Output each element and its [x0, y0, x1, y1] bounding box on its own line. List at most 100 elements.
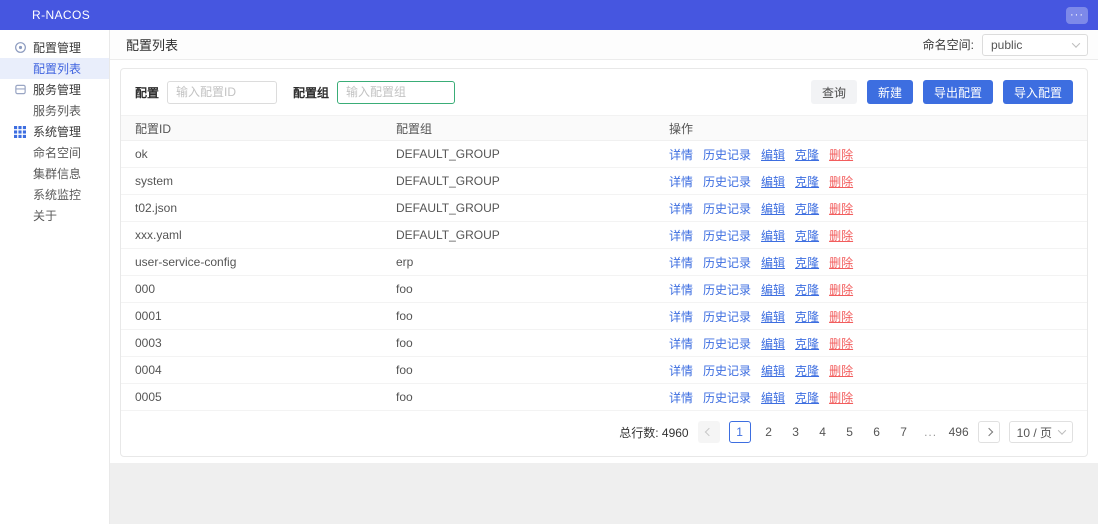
sidebar-item-service-management[interactable]: 服务管理 — [0, 79, 109, 100]
sidebar: 配置管理 配置列表 服务管理 服务列表 系统管理 命名空间 集群信息 系统监控 — [0, 30, 110, 524]
delete-link[interactable]: 删除 — [829, 362, 853, 379]
page-number-2[interactable]: 2 — [760, 425, 778, 439]
sidebar-item-label: 配置管理 — [33, 41, 82, 55]
delete-link[interactable]: 删除 — [829, 254, 853, 271]
namespace-select[interactable]: public — [982, 33, 1088, 56]
edit-link[interactable]: 编辑 — [761, 200, 785, 217]
detail-link[interactable]: 详情 — [669, 362, 693, 379]
table-row: 0001 foo 详情 历史记录 编辑 克隆 删除 — [121, 303, 1087, 330]
history-link[interactable]: 历史记录 — [703, 227, 751, 244]
edit-link[interactable]: 编辑 — [761, 362, 785, 379]
history-link[interactable]: 历史记录 — [703, 281, 751, 298]
prev-page-button[interactable] — [697, 421, 720, 443]
namespace-value: public — [991, 37, 1023, 52]
page-size-select[interactable]: 10 / 页 — [1008, 421, 1073, 443]
page-number-6[interactable]: 6 — [868, 425, 886, 439]
page-ellipsis[interactable]: ... — [922, 425, 940, 439]
delete-link[interactable]: 删除 — [829, 146, 853, 163]
clone-link[interactable]: 克隆 — [795, 362, 819, 379]
main-area: 配置列表 命名空间: public 配置 配置组 查询 新 — [110, 30, 1098, 524]
page-size-value: 10 / 页 — [1016, 425, 1052, 440]
edit-link[interactable]: 编辑 — [761, 173, 785, 190]
more-menu-button[interactable]: ··· — [1066, 6, 1088, 24]
clone-link[interactable]: 克隆 — [795, 281, 819, 298]
history-link[interactable]: 历史记录 — [703, 173, 751, 190]
config-group-input[interactable] — [337, 80, 456, 104]
clone-link[interactable]: 克隆 — [795, 173, 819, 190]
detail-link[interactable]: 详情 — [669, 227, 693, 244]
next-page-button[interactable] — [977, 421, 1000, 443]
history-link[interactable]: 历史记录 — [703, 200, 751, 217]
clone-link[interactable]: 克隆 — [795, 308, 819, 325]
export-config-button[interactable]: 导出配置 — [922, 80, 993, 104]
history-link[interactable]: 历史记录 — [703, 362, 751, 379]
edit-link[interactable]: 编辑 — [761, 254, 785, 271]
page-number-4[interactable]: 4 — [814, 425, 832, 439]
history-link[interactable]: 历史记录 — [703, 146, 751, 163]
config-id-filter-label: 配置 — [135, 85, 160, 100]
page-number-7[interactable]: 7 — [895, 425, 913, 439]
history-link[interactable]: 历史记录 — [703, 254, 751, 271]
detail-link[interactable]: 详情 — [669, 335, 693, 352]
sidebar-item-label: 集群信息 — [33, 167, 82, 181]
page-number-3[interactable]: 3 — [787, 425, 805, 439]
detail-link[interactable]: 详情 — [669, 200, 693, 217]
delete-link[interactable]: 删除 — [829, 335, 853, 352]
edit-link[interactable]: 编辑 — [761, 146, 785, 163]
edit-link[interactable]: 编辑 — [761, 308, 785, 325]
edit-link[interactable]: 编辑 — [761, 281, 785, 298]
detail-link[interactable]: 详情 — [669, 389, 693, 406]
top-bar: R-NACOS ··· — [0, 0, 1098, 30]
page-number-5[interactable]: 5 — [841, 425, 859, 439]
delete-link[interactable]: 删除 — [829, 281, 853, 298]
config-group-cell: foo — [396, 390, 413, 404]
sidebar-item-cluster-info[interactable]: 集群信息 — [0, 163, 109, 184]
edit-link[interactable]: 编辑 — [761, 389, 785, 406]
edit-link[interactable]: 编辑 — [761, 227, 785, 244]
page-number-496[interactable]: 496 — [949, 425, 969, 439]
page-number-1[interactable]: 1 — [728, 421, 751, 443]
delete-link[interactable]: 删除 — [829, 200, 853, 217]
total-rows: 总行数: 4960 — [619, 424, 688, 441]
import-config-button[interactable]: 导入配置 — [1002, 80, 1073, 104]
delete-link[interactable]: 删除 — [829, 227, 853, 244]
pagination: 总行数: 4960 1 2 3 4 5 6 7 ... 496 10 / 页 — [121, 411, 1087, 456]
config-group-cell: DEFAULT_GROUP — [396, 147, 500, 161]
query-button[interactable]: 查询 — [810, 80, 857, 104]
clone-link[interactable]: 克隆 — [795, 254, 819, 271]
sidebar-item-service-list[interactable]: 服务列表 — [0, 100, 109, 121]
sidebar-item-label: 系统管理 — [33, 125, 82, 139]
sidebar-item-system-management[interactable]: 系统管理 — [0, 121, 109, 142]
clone-link[interactable]: 克隆 — [795, 146, 819, 163]
table-row: system DEFAULT_GROUP 详情 历史记录 编辑 克隆 删除 — [121, 168, 1087, 195]
sidebar-item-label: 命名空间 — [33, 146, 82, 160]
history-link[interactable]: 历史记录 — [703, 308, 751, 325]
table-row: 000 foo 详情 历史记录 编辑 克隆 删除 — [121, 276, 1087, 303]
detail-link[interactable]: 详情 — [669, 254, 693, 271]
config-id-input[interactable] — [167, 80, 278, 104]
detail-link[interactable]: 详情 — [669, 173, 693, 190]
history-link[interactable]: 历史记录 — [703, 389, 751, 406]
delete-link[interactable]: 删除 — [829, 389, 853, 406]
sidebar-item-config-management[interactable]: 配置管理 — [0, 37, 109, 58]
detail-link[interactable]: 详情 — [669, 281, 693, 298]
create-button[interactable]: 新建 — [866, 80, 913, 104]
history-link[interactable]: 历史记录 — [703, 335, 751, 352]
clone-link[interactable]: 克隆 — [795, 389, 819, 406]
config-group-cell: DEFAULT_GROUP — [396, 201, 500, 215]
sidebar-item-namespace[interactable]: 命名空间 — [0, 142, 109, 163]
clone-link[interactable]: 克隆 — [795, 200, 819, 217]
config-id-cell: ok — [135, 147, 148, 161]
sidebar-item-config-list[interactable]: 配置列表 — [0, 58, 109, 79]
delete-link[interactable]: 删除 — [829, 173, 853, 190]
clone-link[interactable]: 克隆 — [795, 227, 819, 244]
detail-link[interactable]: 详情 — [669, 146, 693, 163]
table-row: xxx.yaml DEFAULT_GROUP 详情 历史记录 编辑 克隆 删除 — [121, 222, 1087, 249]
detail-link[interactable]: 详情 — [669, 308, 693, 325]
total-rows-label: 总行数: — [619, 425, 659, 440]
clone-link[interactable]: 克隆 — [795, 335, 819, 352]
edit-link[interactable]: 编辑 — [761, 335, 785, 352]
sidebar-item-system-monitor[interactable]: 系统监控 — [0, 184, 109, 205]
sidebar-item-about[interactable]: 关于 — [0, 205, 109, 226]
delete-link[interactable]: 删除 — [829, 308, 853, 325]
